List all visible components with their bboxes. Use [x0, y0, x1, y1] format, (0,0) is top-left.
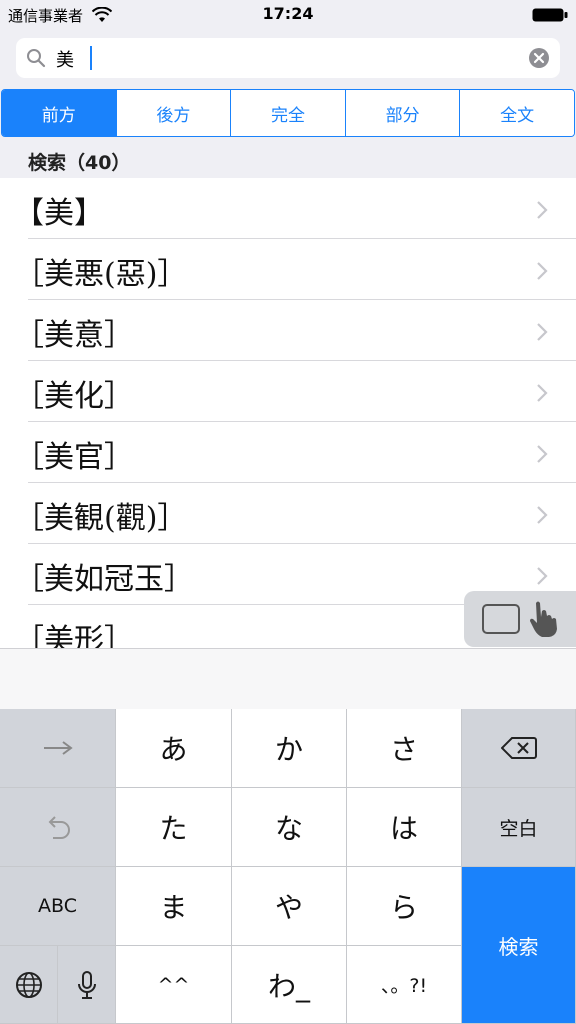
list-item[interactable]: ［美観(觀)］	[0, 483, 576, 544]
kana-key-na[interactable]: な	[232, 788, 347, 867]
list-item-label: 【美】	[14, 196, 104, 231]
kana-key-a[interactable]: あ	[116, 709, 232, 788]
segment-exact[interactable]: 完全	[231, 90, 346, 136]
results-header: 検索（40）	[0, 142, 576, 178]
microphone-key[interactable]	[58, 946, 116, 1024]
kana-key-sa[interactable]: さ	[347, 709, 462, 788]
search-input[interactable]: 美	[16, 38, 560, 78]
search-mode-control: 前方 後方 完全 部分 全文	[0, 86, 576, 142]
chevron-right-icon	[537, 506, 548, 524]
list-item[interactable]: ［美化］	[0, 361, 576, 422]
globe-icon	[15, 971, 42, 998]
chevron-right-icon	[537, 323, 548, 341]
undo-key[interactable]	[0, 788, 116, 867]
candidate-bar	[0, 648, 576, 709]
list-item-label: ［美観(觀)］	[14, 501, 188, 536]
segment-partial[interactable]: 部分	[345, 90, 461, 136]
list-item-label: ［美化］	[14, 379, 134, 414]
cursor-mode-tab[interactable]	[464, 591, 576, 647]
undo-icon	[48, 816, 70, 839]
list-item-label: ［美官］	[14, 440, 134, 475]
chevron-right-icon	[537, 567, 548, 585]
chevron-right-icon	[537, 384, 548, 402]
segmented-control: 前方 後方 完全 部分 全文	[1, 89, 575, 137]
keyboard: ABC あ か さ た な は ま や ら ^^ わ_ 、。?! 空白 検索	[0, 709, 576, 1024]
arrow-right-icon	[43, 741, 73, 755]
kana-key-ya[interactable]: や	[232, 867, 347, 946]
clock: 17:24	[262, 4, 314, 23]
search-query: 美	[56, 50, 74, 71]
list-item[interactable]: ［美意］	[0, 300, 576, 361]
globe-key[interactable]	[0, 946, 58, 1024]
backspace-icon	[500, 737, 537, 759]
square-icon	[482, 604, 520, 634]
search-icon	[27, 49, 46, 68]
kana-key-wa[interactable]: わ_	[232, 946, 347, 1024]
kana-key-ta[interactable]: た	[116, 788, 232, 867]
list-item[interactable]: 【美】	[0, 178, 576, 239]
microphone-icon	[77, 970, 96, 999]
status-bar: 通信事業者 17:24	[0, 0, 576, 30]
list-item-label: ［美形］	[14, 623, 134, 648]
clear-icon[interactable]	[528, 47, 550, 69]
results-list: 【美】 ［美悪(惡)］ ［美意］ ［美化］ ［美官］ ［美観(觀)］ ［美如冠玉…	[0, 178, 576, 648]
kana-key-ka[interactable]: か	[232, 709, 347, 788]
segment-fulltext[interactable]: 全文	[460, 90, 574, 136]
list-item-label: ［美如冠玉］	[14, 562, 194, 597]
chevron-right-icon	[537, 262, 548, 280]
search-bar: 美	[0, 30, 576, 86]
abc-key[interactable]: ABC	[0, 867, 116, 946]
kana-key-ma[interactable]: ま	[116, 867, 232, 946]
delete-key[interactable]	[462, 709, 576, 788]
segment-backward[interactable]: 後方	[116, 90, 232, 136]
space-key[interactable]: 空白	[462, 788, 576, 867]
list-item-label: ［美意］	[14, 318, 134, 353]
kana-key-ra[interactable]: ら	[347, 867, 462, 946]
list-item-label: ［美悪(惡)］	[14, 257, 188, 292]
list-item[interactable]: ［美官］	[0, 422, 576, 483]
chevron-right-icon	[537, 201, 548, 219]
chevron-right-icon	[537, 445, 548, 463]
punctuation-key[interactable]: 、。?!	[347, 946, 462, 1024]
segment-forward[interactable]: 前方	[2, 90, 117, 136]
emoticon-key[interactable]: ^^	[116, 946, 232, 1024]
text-caret	[90, 46, 92, 70]
search-key[interactable]: 検索	[462, 867, 576, 1024]
battery-icon	[532, 8, 568, 22]
list-item[interactable]: ［美悪(惡)］	[0, 239, 576, 300]
results-count-label: 検索（40）	[28, 152, 131, 174]
next-arrow-key[interactable]	[0, 709, 116, 788]
kana-key-ha[interactable]: は	[347, 788, 462, 867]
hand-pointer-icon	[530, 601, 557, 637]
